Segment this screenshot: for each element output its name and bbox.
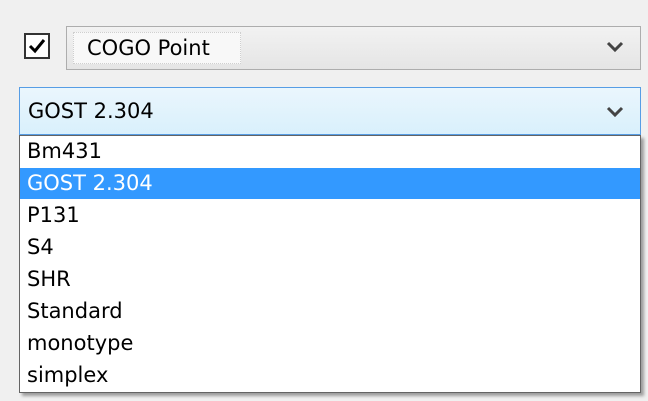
properties-panel: COGO Point GOST 2.304 Bm431 GOST 2.304 P… <box>0 0 648 401</box>
checkmark-icon <box>28 39 46 54</box>
dropdown-option[interactable]: SHR <box>20 264 640 295</box>
chevron-down-icon[interactable] <box>606 106 624 118</box>
dropdown-option-selected[interactable]: GOST 2.304 <box>20 168 640 199</box>
font-style-combobox[interactable]: GOST 2.304 <box>19 87 641 135</box>
dropdown-option[interactable]: Bm431 <box>20 136 640 167</box>
font-style-dropdown-list: Bm431 GOST 2.304 P131 S4 SHR Standard mo… <box>19 135 641 393</box>
chevron-down-icon[interactable] <box>606 41 624 53</box>
object-type-value: COGO Point <box>87 36 210 60</box>
dropdown-option[interactable]: P131 <box>20 200 640 231</box>
enable-checkbox[interactable] <box>24 33 50 59</box>
font-style-value: GOST 2.304 <box>28 99 154 123</box>
dropdown-option[interactable]: Standard <box>20 296 640 327</box>
dropdown-option[interactable]: monotype <box>20 328 640 359</box>
dropdown-option[interactable]: simplex <box>20 360 640 391</box>
object-type-combobox[interactable]: COGO Point <box>66 26 641 70</box>
dropdown-option[interactable]: S4 <box>20 232 640 263</box>
